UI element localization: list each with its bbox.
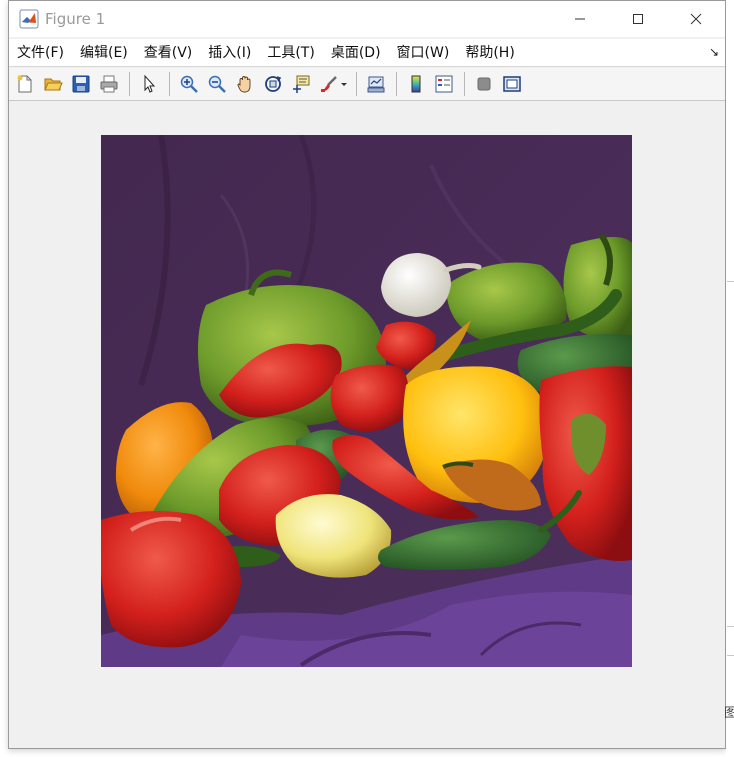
colorbar-icon [411, 75, 420, 93]
hide-plot-tools-icon [477, 77, 490, 91]
menu-insert[interactable]: 插入(I) [200, 39, 259, 67]
zoom-out-icon [208, 75, 226, 93]
desktop-edge-glyph: 图 [724, 706, 734, 721]
colorbar-button[interactable] [403, 72, 428, 97]
open-file-icon [43, 78, 63, 91]
new-figure-icon [17, 75, 31, 93]
print-icon [100, 75, 117, 93]
pan-hand-icon [237, 76, 250, 93]
save-button[interactable] [68, 72, 93, 97]
figure-toolbar [9, 68, 725, 101]
menu-bar: 文件(F) 编辑(E) 查看(V) 插入(I) 工具(T) 桌面(D) 窗口(W… [9, 39, 725, 67]
desktop-divider [727, 281, 734, 282]
menu-window[interactable]: 窗口(W) [389, 39, 458, 67]
menu-file[interactable]: 文件(F) [9, 39, 72, 67]
zoom-out-button[interactable] [204, 72, 229, 97]
menu-edit[interactable]: 编辑(E) [72, 39, 136, 67]
hide-plot-tools-button[interactable] [471, 72, 496, 97]
image-axes[interactable] [101, 135, 632, 667]
minimize-button[interactable] [551, 1, 609, 37]
minimize-icon [575, 18, 585, 20]
peppers-image [101, 135, 632, 667]
menu-tools[interactable]: 工具(T) [259, 39, 322, 67]
window-controls [551, 1, 725, 37]
pointer-button[interactable] [136, 72, 161, 97]
menu-help[interactable]: 帮助(H) [457, 39, 522, 67]
pan-button[interactable] [232, 72, 257, 97]
open-file-button[interactable] [40, 72, 65, 97]
save-icon [72, 75, 89, 93]
matlab-logo-icon [19, 9, 39, 29]
title-bar[interactable]: Figure 1 [9, 1, 725, 37]
zoom-in-icon [180, 75, 198, 93]
toolbar-separator [129, 72, 130, 96]
window-title: Figure 1 [45, 10, 106, 28]
brush-button[interactable] [316, 72, 341, 97]
maximize-button[interactable] [609, 1, 667, 37]
toolbar-separator [396, 72, 397, 96]
rotate-3d-button[interactable] [260, 72, 285, 97]
toolbar-separator [464, 72, 465, 96]
menu-view[interactable]: 查看(V) [136, 39, 201, 67]
chevron-down-icon [341, 83, 347, 86]
close-button[interactable] [667, 1, 725, 37]
data-cursor-icon [292, 75, 309, 93]
show-plot-tools-button[interactable] [499, 72, 524, 97]
desktop-divider [727, 626, 734, 627]
print-button[interactable] [96, 72, 121, 97]
toolbar-separator [169, 72, 170, 96]
data-cursor-button[interactable] [288, 72, 313, 97]
figure-window: Figure 1 文件(F) 编辑(E) 查看(V) 插入(I) 工具(T) 桌… [8, 0, 726, 749]
dock-figure-button[interactable]: ↘ [709, 45, 719, 59]
menu-desktop[interactable]: 桌面(D) [323, 39, 389, 67]
link-plot-button[interactable] [363, 72, 388, 97]
brush-dropdown-arrow[interactable] [340, 72, 348, 97]
show-plot-tools-icon [502, 76, 521, 92]
toolbar-separator [356, 72, 357, 96]
desktop-divider [727, 655, 734, 656]
rotate-3d-icon [264, 76, 281, 92]
pointer-icon [144, 74, 155, 93]
new-figure-button[interactable] [12, 72, 37, 97]
background-desktop-edge [726, 0, 734, 757]
figure-canvas[interactable] [9, 101, 725, 748]
brush-icon [320, 76, 337, 92]
legend-button[interactable] [431, 72, 456, 97]
link-plot-icon [367, 76, 384, 93]
close-icon [690, 13, 702, 25]
maximize-icon [633, 14, 643, 24]
zoom-in-button[interactable] [176, 72, 201, 97]
legend-icon [435, 75, 452, 93]
